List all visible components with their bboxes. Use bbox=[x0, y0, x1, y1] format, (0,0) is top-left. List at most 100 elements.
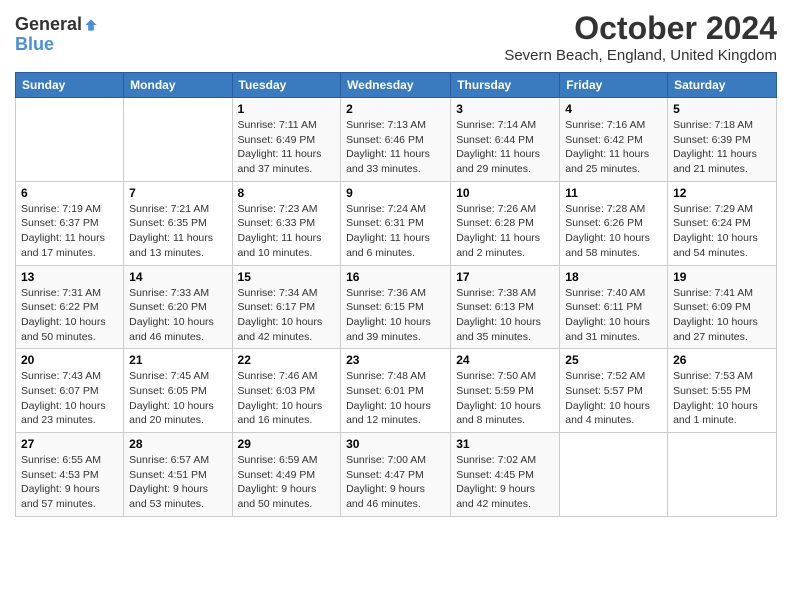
logo-general: General bbox=[15, 15, 82, 35]
day-sunrise: Sunrise: 7:45 AM bbox=[129, 370, 209, 382]
day-number: 4 bbox=[565, 102, 662, 116]
day-daylight: Daylight: 10 hours and 12 minutes. bbox=[346, 400, 431, 427]
day-sunrise: Sunrise: 7:53 AM bbox=[673, 370, 753, 382]
calendar-cell: 27 Sunrise: 6:55 AM Sunset: 4:53 PM Dayl… bbox=[16, 433, 124, 517]
day-number: 2 bbox=[346, 102, 445, 116]
day-sunset: Sunset: 6:28 PM bbox=[456, 217, 534, 229]
month-title: October 2024 bbox=[504, 10, 777, 47]
day-sunset: Sunset: 6:31 PM bbox=[346, 217, 424, 229]
day-number: 16 bbox=[346, 270, 445, 284]
day-daylight: Daylight: 11 hours and 10 minutes. bbox=[238, 232, 322, 259]
day-number: 21 bbox=[129, 353, 226, 367]
day-number: 5 bbox=[673, 102, 771, 116]
calendar-cell bbox=[16, 98, 124, 182]
calendar-cell: 15 Sunrise: 7:34 AM Sunset: 6:17 PM Dayl… bbox=[232, 265, 341, 349]
header-monday: Monday bbox=[124, 73, 232, 98]
day-sunset: Sunset: 4:51 PM bbox=[129, 469, 207, 481]
day-daylight: Daylight: 10 hours and 42 minutes. bbox=[238, 316, 323, 343]
day-daylight: Daylight: 10 hours and 58 minutes. bbox=[565, 232, 650, 259]
day-daylight: Daylight: 10 hours and 35 minutes. bbox=[456, 316, 541, 343]
day-daylight: Daylight: 9 hours and 57 minutes. bbox=[21, 483, 100, 510]
day-daylight: Daylight: 11 hours and 6 minutes. bbox=[346, 232, 430, 259]
calendar-cell: 17 Sunrise: 7:38 AM Sunset: 6:13 PM Dayl… bbox=[451, 265, 560, 349]
day-sunrise: Sunrise: 7:33 AM bbox=[129, 287, 209, 299]
calendar-cell: 13 Sunrise: 7:31 AM Sunset: 6:22 PM Dayl… bbox=[16, 265, 124, 349]
day-number: 8 bbox=[238, 186, 336, 200]
day-sunrise: Sunrise: 7:34 AM bbox=[238, 287, 318, 299]
day-sunset: Sunset: 4:47 PM bbox=[346, 469, 424, 481]
header-friday: Friday bbox=[560, 73, 668, 98]
day-sunset: Sunset: 6:03 PM bbox=[238, 385, 316, 397]
day-sunset: Sunset: 6:49 PM bbox=[238, 134, 316, 146]
day-daylight: Daylight: 9 hours and 50 minutes. bbox=[238, 483, 317, 510]
day-daylight: Daylight: 11 hours and 2 minutes. bbox=[456, 232, 540, 259]
calendar-cell: 22 Sunrise: 7:46 AM Sunset: 6:03 PM Dayl… bbox=[232, 349, 341, 433]
day-sunset: Sunset: 6:15 PM bbox=[346, 301, 424, 313]
location-title: Severn Beach, England, United Kingdom bbox=[504, 47, 777, 64]
calendar-cell: 21 Sunrise: 7:45 AM Sunset: 6:05 PM Dayl… bbox=[124, 349, 232, 433]
day-daylight: Daylight: 10 hours and 4 minutes. bbox=[565, 400, 650, 427]
title-area: October 2024 Severn Beach, England, Unit… bbox=[504, 10, 777, 64]
day-sunset: Sunset: 6:26 PM bbox=[565, 217, 643, 229]
day-number: 3 bbox=[456, 102, 554, 116]
day-number: 18 bbox=[565, 270, 662, 284]
day-sunrise: Sunrise: 7:02 AM bbox=[456, 454, 536, 466]
day-daylight: Daylight: 11 hours and 17 minutes. bbox=[21, 232, 105, 259]
calendar-cell: 29 Sunrise: 6:59 AM Sunset: 4:49 PM Dayl… bbox=[232, 433, 341, 517]
week-row-3: 13 Sunrise: 7:31 AM Sunset: 6:22 PM Dayl… bbox=[16, 265, 777, 349]
day-sunrise: Sunrise: 6:57 AM bbox=[129, 454, 209, 466]
day-sunrise: Sunrise: 7:46 AM bbox=[238, 370, 318, 382]
header-thursday: Thursday bbox=[451, 73, 560, 98]
day-daylight: Daylight: 10 hours and 1 minute. bbox=[673, 400, 758, 427]
day-sunrise: Sunrise: 7:43 AM bbox=[21, 370, 101, 382]
day-number: 30 bbox=[346, 437, 445, 451]
day-number: 1 bbox=[238, 102, 336, 116]
day-sunset: Sunset: 6:39 PM bbox=[673, 134, 751, 146]
day-sunrise: Sunrise: 7:00 AM bbox=[346, 454, 426, 466]
day-number: 17 bbox=[456, 270, 554, 284]
day-sunrise: Sunrise: 7:19 AM bbox=[21, 203, 101, 215]
day-sunset: Sunset: 6:35 PM bbox=[129, 217, 207, 229]
calendar-cell: 19 Sunrise: 7:41 AM Sunset: 6:09 PM Dayl… bbox=[668, 265, 777, 349]
logo: General Blue bbox=[15, 15, 98, 55]
day-number: 20 bbox=[21, 353, 118, 367]
week-row-4: 20 Sunrise: 7:43 AM Sunset: 6:07 PM Dayl… bbox=[16, 349, 777, 433]
day-sunrise: Sunrise: 7:48 AM bbox=[346, 370, 426, 382]
calendar-cell: 9 Sunrise: 7:24 AM Sunset: 6:31 PM Dayli… bbox=[341, 181, 451, 265]
day-daylight: Daylight: 10 hours and 31 minutes. bbox=[565, 316, 650, 343]
day-number: 9 bbox=[346, 186, 445, 200]
calendar-cell: 4 Sunrise: 7:16 AM Sunset: 6:42 PM Dayli… bbox=[560, 98, 668, 182]
day-daylight: Daylight: 10 hours and 20 minutes. bbox=[129, 400, 214, 427]
day-daylight: Daylight: 10 hours and 39 minutes. bbox=[346, 316, 431, 343]
calendar-cell: 25 Sunrise: 7:52 AM Sunset: 5:57 PM Dayl… bbox=[560, 349, 668, 433]
day-number: 31 bbox=[456, 437, 554, 451]
day-sunset: Sunset: 6:17 PM bbox=[238, 301, 316, 313]
day-number: 10 bbox=[456, 186, 554, 200]
day-sunrise: Sunrise: 7:21 AM bbox=[129, 203, 209, 215]
calendar-cell: 18 Sunrise: 7:40 AM Sunset: 6:11 PM Dayl… bbox=[560, 265, 668, 349]
day-sunset: Sunset: 6:42 PM bbox=[565, 134, 643, 146]
day-sunset: Sunset: 6:05 PM bbox=[129, 385, 207, 397]
day-daylight: Daylight: 9 hours and 46 minutes. bbox=[346, 483, 425, 510]
header-saturday: Saturday bbox=[668, 73, 777, 98]
day-daylight: Daylight: 10 hours and 16 minutes. bbox=[238, 400, 323, 427]
calendar-cell: 3 Sunrise: 7:14 AM Sunset: 6:44 PM Dayli… bbox=[451, 98, 560, 182]
day-daylight: Daylight: 11 hours and 25 minutes. bbox=[565, 148, 649, 175]
logo-blue: Blue bbox=[15, 35, 54, 55]
calendar-cell: 24 Sunrise: 7:50 AM Sunset: 5:59 PM Dayl… bbox=[451, 349, 560, 433]
calendar-cell: 26 Sunrise: 7:53 AM Sunset: 5:55 PM Dayl… bbox=[668, 349, 777, 433]
day-sunset: Sunset: 4:49 PM bbox=[238, 469, 316, 481]
week-row-2: 6 Sunrise: 7:19 AM Sunset: 6:37 PM Dayli… bbox=[16, 181, 777, 265]
header-tuesday: Tuesday bbox=[232, 73, 341, 98]
day-sunrise: Sunrise: 7:11 AM bbox=[238, 119, 317, 131]
day-sunset: Sunset: 6:44 PM bbox=[456, 134, 534, 146]
day-sunset: Sunset: 4:45 PM bbox=[456, 469, 534, 481]
day-number: 12 bbox=[673, 186, 771, 200]
day-number: 7 bbox=[129, 186, 226, 200]
calendar-cell: 1 Sunrise: 7:11 AM Sunset: 6:49 PM Dayli… bbox=[232, 98, 341, 182]
day-sunrise: Sunrise: 7:31 AM bbox=[21, 287, 101, 299]
calendar-cell bbox=[560, 433, 668, 517]
day-sunrise: Sunrise: 7:41 AM bbox=[673, 287, 753, 299]
day-sunrise: Sunrise: 7:18 AM bbox=[673, 119, 753, 131]
day-daylight: Daylight: 10 hours and 54 minutes. bbox=[673, 232, 758, 259]
